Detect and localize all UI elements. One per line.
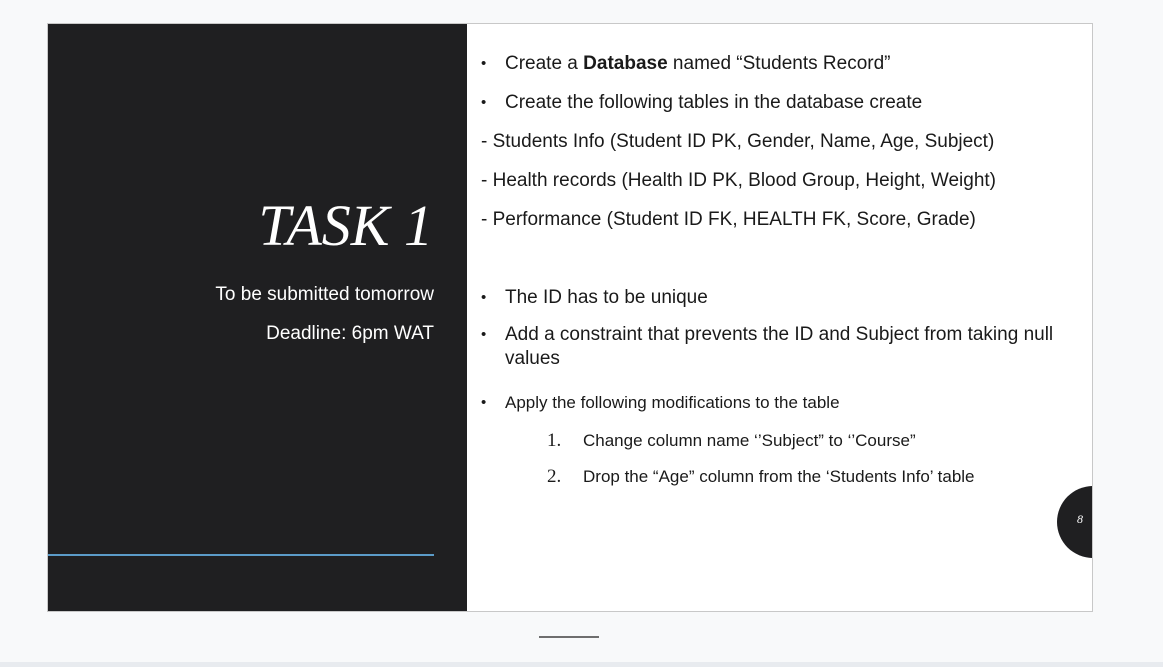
bullet-text: Add a constraint that prevents the ID an…	[505, 324, 1054, 369]
bullet-text: Apply the following modifications to the…	[505, 393, 840, 412]
bullet-icon: •	[481, 55, 487, 72]
title-panel: TASK 1 To be submitted tomorrow Deadline…	[48, 24, 467, 611]
deadline-note: Deadline: 6pm WAT	[266, 323, 434, 344]
slide[interactable]: TASK 1 To be submitted tomorrow Deadline…	[47, 23, 1093, 612]
page-number: 8	[1077, 512, 1083, 526]
table-health-records: - Health records (Health ID PK, Blood Gr…	[481, 170, 996, 191]
bullet-text-suffix: named “Students Record”	[667, 53, 891, 74]
list-text: Change column name ‘’Subject” to ‘’Cours…	[583, 431, 916, 450]
bullet-icon: •	[481, 326, 487, 343]
table-students-info: - Students Info (Student ID PK, Gender, …	[481, 131, 995, 152]
bullet-text: Create a Database named “Students Record…	[505, 52, 891, 76]
bullet-icon: •	[481, 94, 487, 111]
viewer-bottom-bar	[0, 662, 1163, 667]
bullet-icon: •	[481, 289, 487, 306]
accent-divider	[48, 554, 434, 556]
slide-scroll-indicator[interactable]	[539, 636, 599, 638]
bullet-text: Create the following tables in the datab…	[505, 92, 923, 113]
list-text: Drop the “Age” column from the ‘Students…	[583, 467, 975, 486]
task-title: TASK 1	[258, 193, 433, 258]
bullet-text: The ID has to be unique	[505, 287, 708, 308]
list-number: 1.	[547, 430, 562, 451]
presentation-viewer: TASK 1 To be submitted tomorrow Deadline…	[0, 0, 1163, 667]
submission-note: To be submitted tomorrow	[215, 284, 434, 305]
list-number: 2.	[547, 466, 562, 487]
bullet-text-bold: Database	[583, 53, 668, 74]
page-number-badge	[1057, 486, 1092, 558]
table-performance: - Performance (Student ID FK, HEALTH FK,…	[481, 209, 976, 230]
bullet-icon: •	[481, 394, 487, 411]
bullet-text-prefix: Create a	[505, 53, 584, 74]
